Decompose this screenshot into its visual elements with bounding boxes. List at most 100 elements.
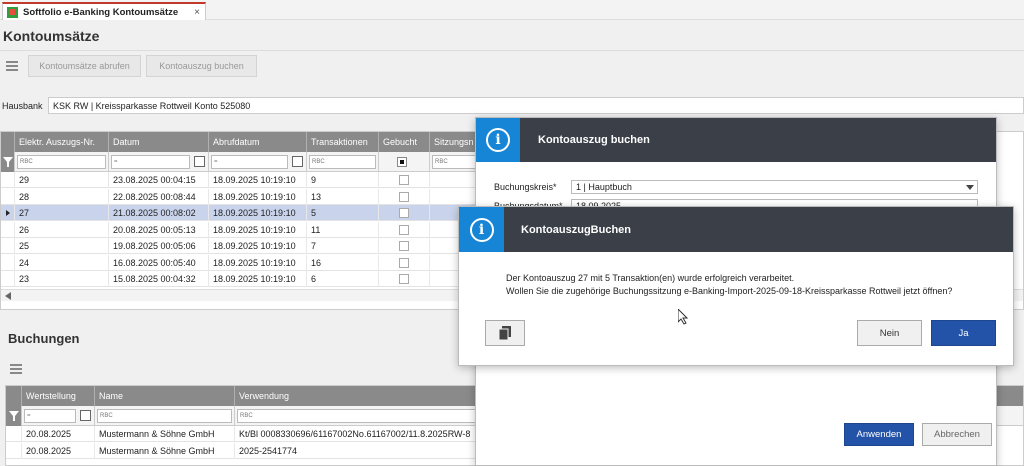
cell-datum: 23.08.2025 00:04:15 xyxy=(109,172,209,188)
row-indicator xyxy=(1,172,15,188)
gebucht-checkbox[interactable] xyxy=(399,241,409,251)
filter-icon[interactable] xyxy=(6,406,22,426)
cell-abrufdatum: 18.09.2025 10:19:10 xyxy=(209,254,307,271)
cell-name: Mustermann & Söhne GmbH xyxy=(95,443,235,459)
filter-checkbox[interactable] xyxy=(397,157,407,167)
row-indicator xyxy=(6,443,22,459)
copy-button[interactable] xyxy=(485,320,525,346)
filter-auszugs-nr[interactable]: RBC xyxy=(15,152,109,172)
buchungskreis-select[interactable]: 1 | Hauptbuch xyxy=(571,180,978,194)
cell-auszugs-nr: 25 xyxy=(15,238,109,254)
cell-auszugs-nr: 27 xyxy=(15,205,109,221)
gebucht-checkbox[interactable] xyxy=(399,191,409,202)
row-indicator xyxy=(1,238,15,254)
current-row-icon xyxy=(6,210,10,216)
cell-transaktionen: 5 xyxy=(307,205,379,221)
cell-gebucht[interactable] xyxy=(379,221,430,238)
no-button[interactable]: Nein xyxy=(857,320,922,346)
column-header-gebucht[interactable]: Gebucht xyxy=(379,132,430,152)
dialog-title: KontoauszugBuchen xyxy=(521,223,631,236)
cell-datum: 15.08.2025 00:04:32 xyxy=(109,271,209,287)
cell-auszugs-nr: 29 xyxy=(15,172,109,188)
column-header-wertstellung[interactable]: Wertstellung xyxy=(22,386,95,406)
gebucht-checkbox[interactable] xyxy=(399,208,409,218)
hausbank-label: Hausbank xyxy=(2,101,43,111)
cell-abrufdatum: 18.09.2025 10:19:10 xyxy=(209,238,307,254)
column-header-abrufdatum[interactable]: Abrufdatum xyxy=(209,132,307,152)
cell-datum: 21.08.2025 00:08:02 xyxy=(109,205,209,221)
filter-name[interactable]: RBC xyxy=(95,406,235,426)
column-header-name[interactable]: Name xyxy=(95,386,235,406)
chevron-left-icon[interactable] xyxy=(5,292,11,300)
dialog-title: Kontoauszug buchen xyxy=(538,134,650,146)
tab-bar: Softfolio e-Banking Kontoumsätze × xyxy=(0,0,1024,20)
section-title-buchungen: Buchungen xyxy=(8,331,80,346)
menu-icon[interactable] xyxy=(6,61,18,71)
divider xyxy=(0,50,1024,51)
copy-icon xyxy=(499,326,511,340)
message-line-2: Wollen Sie die zugehörige Buchungssitzun… xyxy=(506,286,953,296)
yes-button[interactable]: Ja xyxy=(931,320,996,346)
info-icon: i xyxy=(459,207,504,252)
table-row[interactable]: 28 22.08.2025 00:08:44 18.09.2025 10:19:10… xyxy=(1,188,490,205)
filter-gebucht[interactable] xyxy=(379,152,430,172)
gebucht-checkbox[interactable] xyxy=(399,224,409,235)
cell-gebucht[interactable] xyxy=(379,172,430,188)
hausbank-field[interactable]: KSK RW | Kreissparkasse Rottweil Konto 5… xyxy=(48,97,1024,114)
filter-datum[interactable]: = xyxy=(109,152,209,172)
chevron-down-icon[interactable] xyxy=(966,185,974,190)
cell-datum: 20.08.2025 00:05:13 xyxy=(109,221,209,238)
statements-filter-row: RBC = = RBC RBC xyxy=(1,152,490,172)
column-header-transaktionen[interactable]: Transaktionen xyxy=(307,132,379,152)
filter-abrufdatum[interactable]: = xyxy=(209,152,307,172)
filter-transaktionen[interactable]: RBC xyxy=(307,152,379,172)
cell-name: Mustermann & Söhne GmbH xyxy=(95,426,235,442)
cell-gebucht[interactable] xyxy=(379,238,430,254)
cell-transaktionen: 16 xyxy=(307,254,379,271)
app-icon xyxy=(7,6,18,18)
dialog-header: i Kontoauszug buchen xyxy=(476,118,996,162)
gebucht-checkbox[interactable] xyxy=(399,274,409,284)
menu-icon[interactable] xyxy=(10,364,22,374)
cell-wertstellung: 20.08.2025 xyxy=(22,426,95,442)
tab-kontoumsaetze[interactable]: Softfolio e-Banking Kontoumsätze × xyxy=(2,2,206,20)
tab-title: Softfolio e-Banking Kontoumsätze xyxy=(23,6,179,18)
cell-abrufdatum: 18.09.2025 10:19:10 xyxy=(209,271,307,287)
cell-abrufdatum: 18.09.2025 10:19:10 xyxy=(209,205,307,221)
close-icon[interactable]: × xyxy=(194,7,200,18)
filter-icon[interactable] xyxy=(1,152,15,172)
table-row[interactable]: 23 15.08.2025 00:04:32 18.09.2025 10:19:10… xyxy=(1,271,490,287)
cell-gebucht[interactable] xyxy=(379,271,430,287)
grid-corner xyxy=(6,386,22,406)
row-indicator xyxy=(1,221,15,238)
cell-gebucht[interactable] xyxy=(379,254,430,271)
table-row[interactable]: 29 23.08.2025 00:04:15 18.09.2025 10:19:10… xyxy=(1,172,490,188)
cell-wertstellung: 20.08.2025 xyxy=(22,443,95,459)
calendar-icon[interactable] xyxy=(194,156,205,167)
grid-corner xyxy=(1,132,15,152)
cell-gebucht[interactable] xyxy=(379,205,430,221)
cell-gebucht[interactable] xyxy=(379,188,430,205)
table-row[interactable]: 25 19.08.2025 00:05:06 18.09.2025 10:19:10… xyxy=(1,238,490,254)
cell-datum: 16.08.2025 00:05:40 xyxy=(109,254,209,271)
cell-transaktionen: 7 xyxy=(307,238,379,254)
table-row[interactable]: 27 21.08.2025 00:08:02 18.09.2025 10:19:10… xyxy=(1,205,490,221)
column-header-datum[interactable]: Datum xyxy=(109,132,209,152)
apply-button[interactable]: Anwenden xyxy=(844,423,914,446)
column-header-auszugs-nr[interactable]: Elektr. Auszugs-Nr. xyxy=(15,132,109,152)
table-row[interactable]: 26 20.08.2025 00:05:13 18.09.2025 10:19:10… xyxy=(1,221,490,238)
calendar-icon[interactable] xyxy=(80,410,91,421)
gebucht-checkbox[interactable] xyxy=(399,175,409,185)
calendar-icon[interactable] xyxy=(292,156,303,167)
row-indicator xyxy=(1,254,15,271)
filter-wertstellung[interactable]: = xyxy=(22,406,95,426)
table-row[interactable]: 24 16.08.2025 00:05:40 18.09.2025 10:19:10… xyxy=(1,254,490,271)
cancel-button[interactable]: Abbrechen xyxy=(922,423,992,446)
cell-datum: 19.08.2025 00:05:06 xyxy=(109,238,209,254)
gebucht-checkbox[interactable] xyxy=(399,257,409,268)
table-row[interactable]: 20.08.2025 Mustermann & Söhne GmbH Kt/Bl 0… xyxy=(6,426,525,442)
book-statement-button[interactable]: Kontoauszug buchen xyxy=(146,55,257,77)
fetch-statements-button[interactable]: Kontoumsätze abrufen xyxy=(28,55,141,77)
cell-abrufdatum: 18.09.2025 10:19:10 xyxy=(209,221,307,238)
cell-transaktionen: 6 xyxy=(307,271,379,287)
